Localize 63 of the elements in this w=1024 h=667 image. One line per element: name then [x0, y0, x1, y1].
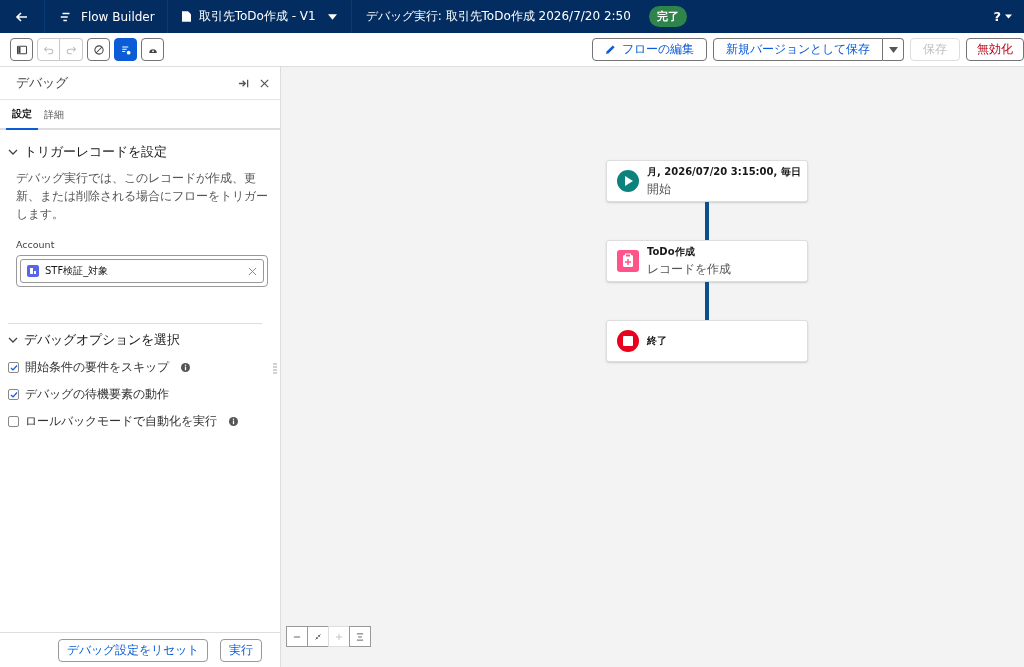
- help-button[interactable]: ?: [993, 9, 1001, 24]
- play-icon: [617, 170, 639, 192]
- zoom-in-icon: [334, 631, 344, 642]
- option-label: デバッグの待機要素の動作: [25, 386, 169, 403]
- node-title: 終了: [647, 334, 667, 348]
- fit-view-button[interactable]: [307, 626, 329, 647]
- flow-node[interactable]: 月, 2026/07/20 3:15:00, 毎日 開始: [606, 160, 808, 202]
- record-lookup-field[interactable]: STF検証_対象: [20, 259, 264, 283]
- section-heading: トリガーレコードを設定: [24, 144, 167, 161]
- caret-icon[interactable]: [327, 13, 337, 20]
- chevron-icon[interactable]: [8, 149, 18, 156]
- center-icon: [355, 631, 365, 642]
- panel-tab[interactable]: 設定: [6, 100, 38, 130]
- flow-name[interactable]: 取引先ToDo作成 - V1: [198, 8, 316, 25]
- node-type: 開始: [647, 180, 672, 198]
- account-icon: [27, 265, 39, 277]
- section-description: デバッグ実行では、このレコードが作成、更新、または削除される場合にフローをトリガーします。: [16, 170, 269, 223]
- panel-tab[interactable]: 詳細: [38, 100, 70, 130]
- edit-flow-button[interactable]: フローの編集: [592, 38, 707, 61]
- save-as-new-version-button[interactable]: 新規バージョンとして保存: [713, 38, 883, 61]
- checkbox[interactable]: [8, 362, 19, 373]
- app-name: Flow Builder: [81, 9, 155, 24]
- dome-button[interactable]: [141, 38, 164, 61]
- node-type: レコードを作成: [647, 260, 731, 278]
- flow-node[interactable]: ToDo作成 レコードを作成: [606, 240, 808, 282]
- checkbox[interactable]: [8, 416, 19, 427]
- checkbox[interactable]: [8, 389, 19, 400]
- fit-view-icon: [313, 631, 323, 642]
- section-heading: デバッグオプションを選択: [24, 332, 180, 349]
- run-button[interactable]: 実行: [220, 638, 262, 662]
- document-icon: [181, 11, 191, 22]
- info-icon[interactable]: [181, 363, 190, 372]
- center-button[interactable]: [349, 626, 371, 647]
- panel-title: デバッグ: [16, 74, 68, 92]
- debug-run-title: デバッグ実行: 取引先ToDo作成 2026/7/20 2:50: [365, 8, 631, 25]
- dock-icon[interactable]: [238, 77, 249, 89]
- clipboard-icon: [617, 250, 639, 272]
- pencil-icon: [605, 44, 616, 55]
- zoom-out-button[interactable]: [286, 626, 308, 647]
- status-badge: 完了: [648, 6, 687, 27]
- panel-button[interactable]: [10, 38, 33, 61]
- option-label: 開始条件の要件をスキップ: [25, 359, 169, 376]
- resize-handle-icon[interactable]: [273, 363, 277, 375]
- stop-icon: [617, 330, 639, 352]
- node-title: 月, 2026/07/20 3:15:00, 毎日: [647, 164, 801, 179]
- panel-icon: [15, 43, 28, 56]
- field-label: Account: [16, 239, 56, 250]
- chevron-icon[interactable]: [8, 337, 18, 344]
- deactivate-button[interactable]: 無効化: [966, 38, 1024, 61]
- info-icon[interactable]: [229, 417, 238, 426]
- option-label: ロールバックモードで自動化を実行: [25, 413, 217, 430]
- debug-button[interactable]: [114, 38, 137, 61]
- prohibited-icon: [92, 43, 105, 56]
- caret-icon: [888, 46, 898, 53]
- prohibited-button[interactable]: [87, 38, 110, 61]
- caret-icon[interactable]: [1005, 14, 1012, 19]
- flow-node[interactable]: 終了: [606, 320, 808, 362]
- clear-icon[interactable]: [248, 266, 257, 276]
- dropdown-button[interactable]: [883, 38, 904, 61]
- debug-icon: [119, 43, 132, 56]
- reset-button[interactable]: デバッグ設定をリセット: [58, 638, 208, 662]
- close-icon[interactable]: [259, 77, 270, 89]
- node-title: ToDo作成: [647, 244, 696, 259]
